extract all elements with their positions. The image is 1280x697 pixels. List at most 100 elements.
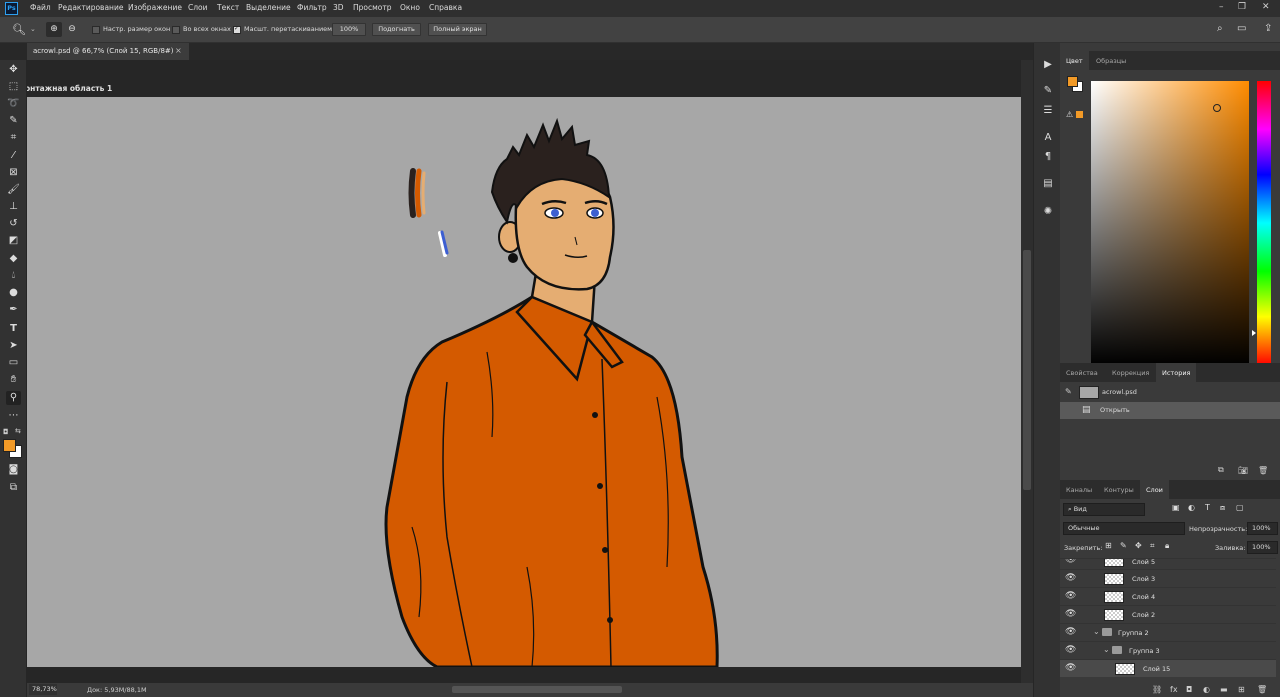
menu-filter[interactable]: Фильтр bbox=[297, 3, 327, 12]
marquee-tool-icon[interactable]: ⬚ bbox=[6, 80, 21, 94]
expand-chevron-icon[interactable]: ⌄ bbox=[1093, 627, 1100, 636]
brush-tool-icon[interactable]: 🖌︎ bbox=[6, 183, 21, 197]
minimize-icon[interactable]: – bbox=[1219, 2, 1224, 12]
new-layer-icon[interactable]: ⊞ bbox=[1238, 685, 1245, 694]
zoom-out-icon[interactable]: ⊖ bbox=[65, 22, 79, 37]
menu-window[interactable]: Окно bbox=[400, 3, 420, 12]
play-icon[interactable]: ▶ bbox=[1041, 58, 1055, 72]
add-mask-icon[interactable]: ◘ bbox=[1186, 685, 1192, 694]
zoom-level-field[interactable]: 78,73% bbox=[29, 684, 57, 695]
document-tab[interactable]: acrowl.psd @ 66,7% (Слой 15, RGB/8#) bbox=[27, 43, 189, 60]
layer-row[interactable]: 👁︎ Слой 4 bbox=[1060, 587, 1276, 605]
resize-windows-checkbox[interactable] bbox=[92, 26, 100, 34]
fill-field[interactable]: 100% bbox=[1247, 541, 1278, 554]
paint-bucket-icon[interactable]: ◆ bbox=[6, 252, 21, 266]
link-layers-icon[interactable]: ⛓ bbox=[1152, 685, 1162, 694]
pen-tool-icon[interactable]: ✒ bbox=[6, 303, 21, 317]
zoom-tool-icon[interactable]: 🔍︎ bbox=[12, 23, 26, 36]
menu-layers[interactable]: Слои bbox=[188, 3, 208, 12]
tab-channels[interactable]: Каналы bbox=[1060, 480, 1098, 499]
all-windows-checkbox[interactable] bbox=[172, 26, 180, 34]
adjust-sliders-icon[interactable]: ☰ bbox=[1041, 104, 1055, 118]
fit-button[interactable]: Подогнать bbox=[372, 23, 421, 36]
canvas-area[interactable]: онтажная область 1 bbox=[27, 60, 1023, 683]
filter-pixel-icon[interactable]: ▣ bbox=[1172, 503, 1180, 512]
layer-style-icon[interactable]: fx bbox=[1170, 685, 1178, 694]
history-brush-source-icon[interactable]: ✎ bbox=[1065, 387, 1072, 396]
tab-properties[interactable]: Свойства bbox=[1060, 363, 1104, 382]
frame-tool-icon[interactable]: ⊠ bbox=[6, 166, 21, 180]
quick-mask-icon[interactable]: ◙ bbox=[6, 463, 21, 477]
visibility-eye-icon[interactable]: 👁︎ bbox=[1065, 591, 1076, 601]
lock-artboard-icon[interactable]: ⌗ bbox=[1150, 541, 1155, 551]
default-colors-icon[interactable]: ◘ bbox=[3, 428, 9, 436]
screen-mode-icon[interactable]: ⧉ bbox=[6, 481, 21, 495]
visibility-eye-icon[interactable]: 👁︎ bbox=[1065, 627, 1076, 637]
history-brush-icon[interactable]: ↺ bbox=[6, 217, 21, 231]
menu-3d[interactable]: 3D bbox=[333, 3, 344, 12]
tab-paths[interactable]: Контуры bbox=[1098, 480, 1140, 499]
new-group-icon[interactable]: ▬ bbox=[1220, 685, 1228, 694]
hue-slider[interactable] bbox=[1252, 81, 1271, 365]
horizontal-scrollbar-thumb[interactable] bbox=[452, 686, 622, 693]
navigator-icon[interactable]: ✺ bbox=[1041, 205, 1055, 219]
group-row[interactable]: 👁︎ ⌄ Группа 2 bbox=[1060, 623, 1276, 641]
menu-help[interactable]: Справка bbox=[429, 3, 462, 12]
swap-colors-icon[interactable]: ⇆ bbox=[15, 427, 21, 435]
lock-position-icon[interactable]: ✥ bbox=[1135, 541, 1142, 550]
menu-image[interactable]: Изображение bbox=[128, 3, 182, 12]
foreground-color-swatch[interactable] bbox=[3, 439, 16, 452]
crop-tool-icon[interactable]: ⌗ bbox=[6, 131, 21, 145]
layer-row[interactable]: 👁︎ Слой 3 bbox=[1060, 569, 1276, 587]
rectangle-tool-icon[interactable]: ▭ bbox=[6, 356, 21, 370]
tab-close-icon[interactable]: × bbox=[175, 46, 182, 55]
filter-adjustment-icon[interactable]: ◐ bbox=[1188, 503, 1195, 512]
lock-all-icon[interactable]: 🔒︎ bbox=[1165, 541, 1169, 551]
tab-swatches[interactable]: Образцы bbox=[1090, 51, 1132, 70]
type-tool-icon[interactable]: T bbox=[6, 322, 21, 336]
history-snapshot[interactable]: ✎ acrowl.psd bbox=[1060, 384, 1280, 401]
path-select-icon[interactable]: ➤ bbox=[6, 339, 21, 353]
panel-foreground-swatch[interactable] bbox=[1067, 76, 1078, 87]
filter-smart-object-icon[interactable]: ▢ bbox=[1236, 503, 1244, 512]
color-picker-field[interactable] bbox=[1091, 81, 1249, 365]
more-tools-icon[interactable]: ⋯ bbox=[6, 409, 21, 423]
hand-tool-icon[interactable]: ✋︎ bbox=[6, 373, 21, 387]
menu-view[interactable]: Просмотр bbox=[353, 3, 392, 12]
scrubby-zoom-checkbox[interactable] bbox=[233, 25, 241, 34]
chevron-down-icon[interactable]: ⌄ bbox=[30, 25, 36, 33]
menu-edit[interactable]: Редактирование bbox=[58, 3, 123, 12]
layer-row-selected[interactable]: 👁︎ Слой 15 bbox=[1060, 659, 1276, 677]
filter-shape-icon[interactable]: ⧈ bbox=[1220, 503, 1225, 513]
zoom-in-icon[interactable]: ⊕ bbox=[46, 22, 62, 37]
tab-color[interactable]: Цвет bbox=[1060, 51, 1089, 70]
adjustment-layer-icon[interactable]: ◐ bbox=[1203, 685, 1210, 694]
visibility-eye-icon[interactable]: 👁︎ bbox=[1065, 609, 1076, 619]
blend-mode-select[interactable]: Обычные bbox=[1063, 522, 1185, 535]
zoom-tool-icon[interactable]: ⚲ bbox=[6, 391, 21, 405]
scrollbar-thumb[interactable] bbox=[1023, 250, 1031, 490]
move-tool-icon[interactable]: ✥ bbox=[6, 63, 21, 77]
zoom-percent-button[interactable]: 100% bbox=[332, 23, 366, 36]
character-icon[interactable]: A bbox=[1041, 131, 1055, 145]
lasso-tool-icon[interactable]: ➰ bbox=[6, 97, 21, 111]
close-icon[interactable]: ✕ bbox=[1262, 2, 1270, 12]
layer-row[interactable]: 👁︎ Слой 5 bbox=[1060, 558, 1276, 569]
delete-state-icon[interactable]: 🗑︎ bbox=[1258, 466, 1268, 475]
new-snapshot-icon[interactable]: 📷︎ bbox=[1238, 466, 1248, 475]
tab-layers[interactable]: Слои bbox=[1140, 480, 1169, 499]
layer-row[interactable]: 👁︎ Слой 2 bbox=[1060, 605, 1276, 623]
vertical-scrollbar[interactable] bbox=[1021, 60, 1033, 683]
workspace-icon[interactable]: ▭ bbox=[1237, 23, 1246, 34]
history-state-open[interactable]: ▤ Открыть bbox=[1060, 402, 1280, 419]
share-icon[interactable]: ⇪ bbox=[1264, 23, 1272, 34]
visibility-eye-icon[interactable]: 👁︎ bbox=[1065, 559, 1076, 565]
visibility-eye-icon[interactable]: 👁︎ bbox=[1065, 663, 1076, 673]
lock-image-icon[interactable]: ✎ bbox=[1120, 541, 1127, 550]
menu-select[interactable]: Выделение bbox=[246, 3, 291, 12]
eyedropper-tool-icon[interactable]: ⁄ bbox=[6, 149, 21, 163]
delete-layer-icon[interactable]: 🗑︎ bbox=[1257, 685, 1267, 694]
paragraph-icon[interactable]: ¶ bbox=[1041, 150, 1055, 164]
expand-chevron-icon[interactable]: ⌄ bbox=[1103, 645, 1110, 654]
brush-settings-icon[interactable]: ✎ bbox=[1041, 84, 1055, 98]
